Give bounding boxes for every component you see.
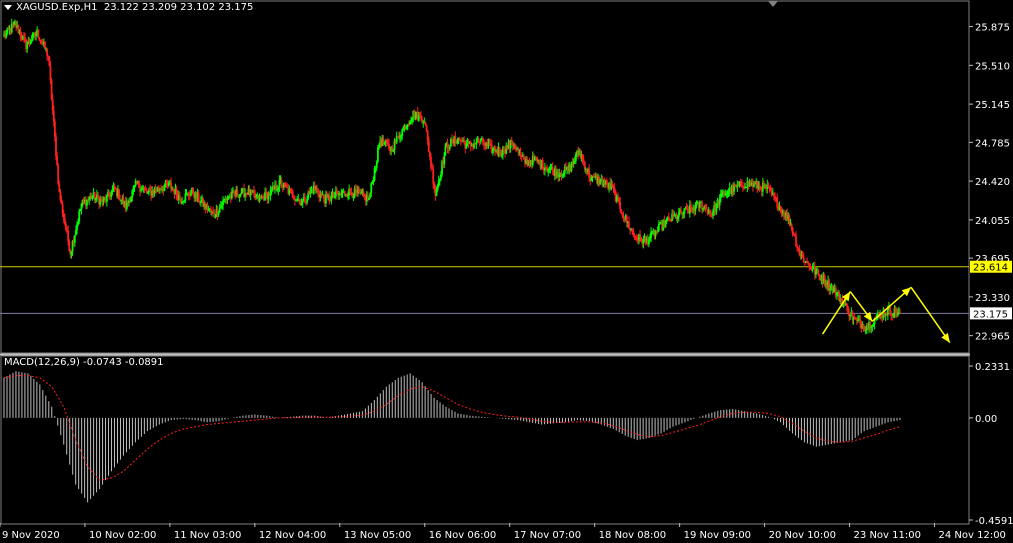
candle-body <box>698 202 701 208</box>
level-tags: 23.614 23.175 <box>970 260 1012 320</box>
time-tick-label: 18 Nov 08:00 <box>599 530 666 541</box>
time-tick-label: 24 Nov 12:00 <box>939 530 1006 541</box>
candle-body <box>378 147 380 149</box>
candle-body <box>475 142 478 145</box>
price-tick-label: 22.965 <box>975 332 1010 343</box>
macd-label: MACD(12,26,9) <box>4 357 80 368</box>
chevron-down-icon[interactable] <box>4 4 12 10</box>
time-tick-label: 11 Nov 03:00 <box>174 530 241 541</box>
macd-axis: 0.2331 0.00 -0.4591 <box>969 362 1013 527</box>
level-tag-label: 23.614 <box>973 263 1008 274</box>
candle-body <box>628 221 630 229</box>
candle-body <box>443 155 446 165</box>
time-tick-label: 23 Nov 11:00 <box>854 530 921 541</box>
candle-body <box>448 146 451 149</box>
price-tick-label: 23.330 <box>975 293 1010 304</box>
time-tick-label: 10 Nov 02:00 <box>89 530 156 541</box>
chart-root: 25.875 25.510 25.145 24.785 24.420 24.055 23.6… <box>0 0 1013 541</box>
candle-body <box>519 152 522 155</box>
candle-body <box>376 147 379 162</box>
price-tick-label: 24.055 <box>975 216 1010 227</box>
candle-body <box>178 195 181 199</box>
candle-body <box>657 224 660 231</box>
chart-header: XAGUSD.Exp,H1 23.122 23.209 23.102 23.17… <box>4 2 253 13</box>
candle-body <box>303 197 306 203</box>
candle-body <box>427 140 430 152</box>
candle-body <box>236 190 239 196</box>
candle-body <box>239 193 242 195</box>
price-axis: 25.875 25.510 25.145 24.785 24.420 24.055 23.6… <box>969 23 1010 343</box>
time-axis: 9 Nov 2020 10 Nov 02:00 11 Nov 03:00 12 Nov… <box>0 523 1006 541</box>
macd-tick-label: 0.2331 <box>975 362 1010 373</box>
time-tick-label: 13 Nov 05:00 <box>344 530 411 541</box>
candle-body <box>217 212 220 215</box>
candle-body <box>214 216 217 218</box>
time-tick-label: 16 Nov 06:00 <box>429 530 496 541</box>
candle-body <box>705 206 708 210</box>
candle-body <box>899 311 901 314</box>
candle-body <box>619 201 622 210</box>
candle-body <box>190 192 192 196</box>
macd-tick-label: -0.4591 <box>975 516 1013 527</box>
time-tick-label: 12 Nov 04:00 <box>259 530 326 541</box>
candle-body <box>370 183 373 194</box>
candle-body <box>582 159 585 162</box>
price-tick-label: 25.875 <box>975 23 1010 34</box>
macd-header: MACD(12,26,9) -0.0743 -0.0891 <box>4 357 164 368</box>
price-tick-label: 25.145 <box>975 100 1010 111</box>
candle-body <box>817 269 820 275</box>
macd-tick-label: 0.00 <box>975 414 997 425</box>
time-tick-label: 19 Nov 09:00 <box>684 530 751 541</box>
macd-values: -0.0743 -0.0891 <box>83 357 164 368</box>
symbol-label: XAGUSD.Exp,H1 <box>16 2 98 13</box>
price-tick-label: 25.510 <box>975 61 1010 72</box>
candle-body <box>444 146 447 156</box>
time-tick-label: 20 Nov 10:00 <box>769 530 836 541</box>
candle-body <box>78 211 81 222</box>
candle-body <box>639 234 641 237</box>
current_price-tag-label: 23.175 <box>973 309 1008 320</box>
candle-body <box>617 195 619 198</box>
candle-body <box>620 209 623 213</box>
candle-body <box>740 181 743 187</box>
ohlc-values: 23.122 23.209 23.102 23.175 <box>103 2 254 13</box>
time-tick-label: 9 Nov 2020 <box>2 530 60 541</box>
candle-body <box>709 211 712 214</box>
candle-body <box>26 44 29 49</box>
candle-body <box>73 235 76 243</box>
candle-body <box>37 29 40 38</box>
candle-body <box>477 138 480 142</box>
candle-body <box>551 167 554 171</box>
time-tick-label: 17 Nov 07:00 <box>514 530 581 541</box>
price-tick-label: 24.785 <box>975 138 1010 149</box>
candle-body <box>230 191 233 199</box>
price-panel[interactable] <box>0 0 970 354</box>
price-tick-label: 24.420 <box>975 177 1010 188</box>
